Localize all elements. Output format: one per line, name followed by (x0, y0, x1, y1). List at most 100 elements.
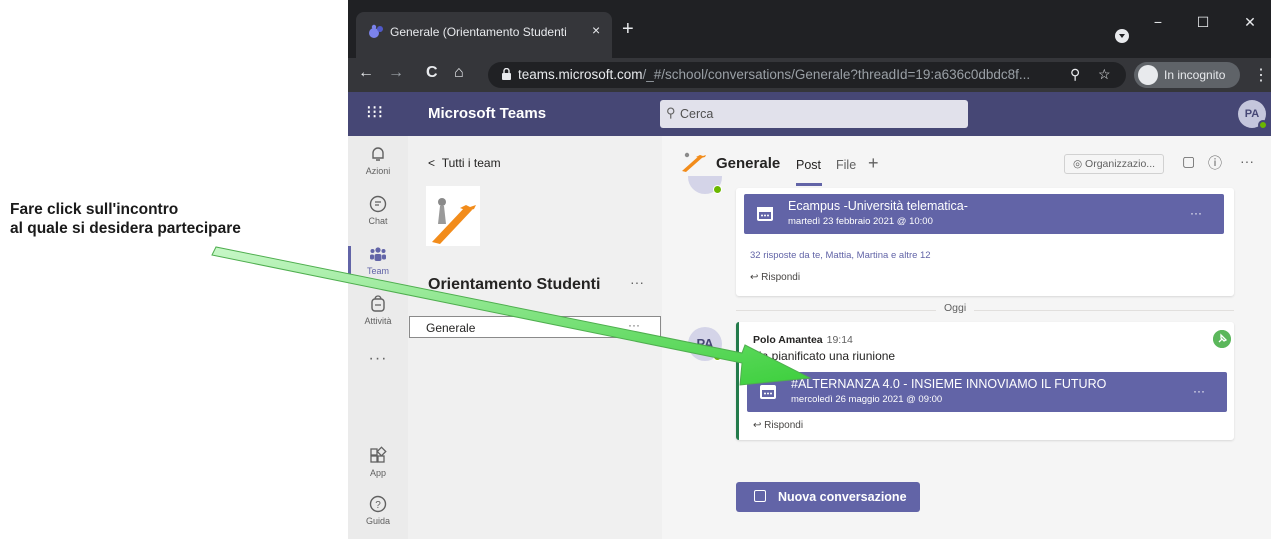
back-icon[interactable]: ← (358, 64, 374, 82)
svg-text:?: ? (375, 500, 381, 511)
rail-item-apps[interactable]: App (348, 440, 408, 490)
meet-now-icon[interactable]: ▢ (1182, 153, 1195, 170)
url-path: /_#/school/conversations/Generale?thread… (642, 67, 1031, 82)
address-bar-row: ← → C ⌂ teams.microsoft.com/_#/school/co… (348, 58, 1271, 92)
day-separator-label: Oggi (936, 302, 975, 314)
teams-icon (370, 247, 386, 261)
annotation-text: Fare click sull'incontro al quale si des… (10, 200, 241, 238)
search-input[interactable] (680, 104, 960, 124)
channel-area: Generale Post File + ◎ Organizzazio... ▢… (662, 136, 1271, 539)
avatar-initials: PA (696, 336, 714, 351)
day-separator-line (736, 310, 1234, 311)
rail-item-chat[interactable]: Chat (348, 188, 408, 238)
assignments-icon (371, 295, 385, 312)
rail-item-help[interactable]: ? Guida (348, 488, 408, 538)
replies-link[interactable]: 32 risposte da te, Mattia, Martina e alt… (750, 250, 931, 261)
back-to-teams-link[interactable]: < Tutti i team (428, 156, 501, 170)
app-title: Microsoft Teams (428, 105, 547, 122)
channel-more-options-icon[interactable]: ··· (1240, 153, 1254, 169)
browser-window: Generale (Orientamento Studenti × + − ☐ … (348, 0, 1271, 539)
new-conversation-button[interactable]: Nuova conversazione (736, 482, 920, 512)
profile-dropdown-icon[interactable] (1115, 29, 1129, 43)
browser-tab[interactable]: Generale (Orientamento Studenti × (356, 12, 612, 58)
presence-indicator (1258, 120, 1268, 130)
team-name: Orientamento Studenti (428, 276, 601, 293)
meeting-more-icon[interactable]: ··· (1193, 384, 1205, 398)
active-tab-indicator (796, 183, 822, 186)
channel-header: Generale Post File + ◎ Organizzazio... ▢… (662, 136, 1271, 188)
team-more-icon[interactable]: ··· (630, 274, 644, 290)
channel-logo-icon (682, 152, 706, 172)
tab-close-icon[interactable]: × (592, 22, 600, 38)
url-text: teams.microsoft.com/_#/school/conversati… (518, 67, 1038, 82)
user-avatar[interactable]: PA (1238, 100, 1268, 130)
info-icon[interactable]: ⓘ (1208, 153, 1222, 173)
team-logo-icon (426, 186, 480, 246)
presence-indicator (713, 185, 722, 194)
meeting-title: #ALTERNANZA 4.0 - INSIEME INNOVIAMO IL F… (791, 377, 1107, 391)
maximize-button[interactable]: ☐ (1188, 14, 1218, 31)
channel-name: Generale (426, 321, 476, 335)
channel-title: Generale (716, 155, 781, 172)
incognito-badge[interactable]: In incognito (1134, 62, 1240, 88)
minimize-button[interactable]: − (1143, 14, 1173, 30)
annotation-line-1: Fare click sull'incontro (10, 201, 179, 218)
incognito-label: In incognito (1164, 68, 1226, 82)
message-card-old[interactable]: Ecampus -Università telematica- martedì … (736, 188, 1234, 296)
pin-icon[interactable] (1213, 330, 1231, 348)
new-tab-button[interactable]: + (622, 19, 634, 39)
rail-item-assignments[interactable]: Attività (348, 288, 408, 338)
avatar[interactable] (688, 176, 722, 194)
meeting-date: mercoledì 26 maggio 2021 @ 09:00 (791, 394, 943, 405)
avatar[interactable]: PA (688, 327, 722, 361)
back-label: Tutti i team (441, 156, 501, 170)
zoom-icon[interactable]: ⚲ (1070, 66, 1080, 83)
rail-item-teams[interactable]: Team (348, 238, 408, 288)
reply-button[interactable]: ↩ Rispondi (750, 272, 800, 283)
help-icon: ? (369, 495, 387, 513)
message-text: Ha pianificato una riunione (753, 349, 896, 363)
add-tab-button[interactable]: + (868, 153, 879, 174)
meeting-more-icon[interactable]: ··· (1190, 206, 1202, 220)
calendar-icon (757, 207, 773, 221)
rail-label: Chat (368, 216, 388, 226)
incognito-icon (1138, 65, 1158, 85)
new-conversation-label: Nuova conversazione (778, 490, 907, 504)
app-launcher-icon[interactable]: ⁝⁝⁝ (366, 102, 383, 123)
forward-icon[interactable]: → (388, 64, 404, 82)
home-icon[interactable]: ⌂ (454, 64, 464, 82)
search-box[interactable]: ⚲ (660, 100, 968, 128)
bookmark-star-icon[interactable]: ☆ (1098, 66, 1111, 83)
tab-file[interactable]: File (836, 158, 856, 172)
meeting-card-old[interactable]: Ecampus -Università telematica- martedì … (744, 194, 1224, 234)
search-icon: ⚲ (666, 105, 676, 120)
calendar-icon (760, 385, 776, 399)
channel-item-generale[interactable]: Generale ··· (409, 316, 661, 338)
url-host: teams.microsoft.com (518, 67, 643, 82)
meeting-card-new[interactable]: #ALTERNANZA 4.0 - INSIEME INNOVIAMO IL F… (747, 372, 1227, 412)
organization-button[interactable]: ◎ Organizzazio... (1064, 154, 1164, 174)
message-author: Polo Amantea 19:14 (753, 334, 853, 346)
tab-strip: Generale (Orientamento Studenti × + − ☐ … (348, 0, 1271, 58)
channel-more-icon[interactable]: ··· (628, 318, 640, 332)
annotation-line-2: al quale si desidera partecipare (10, 220, 241, 237)
message-card-new[interactable]: Polo Amantea 19:14 Ha pianificato una riu… (736, 322, 1234, 440)
message-time: 19:14 (826, 334, 853, 346)
rail-label: Azioni (365, 166, 391, 176)
close-window-button[interactable]: ✕ (1235, 14, 1265, 31)
chevron-left-icon: < (428, 156, 442, 170)
reply-icon: ↩ (753, 420, 765, 431)
bell-icon (372, 147, 384, 161)
browser-menu-icon[interactable]: ⋮ (1253, 65, 1269, 85)
reply-button[interactable]: ↩ Rispondi (753, 420, 803, 431)
rail-item-activity[interactable]: Azioni (348, 138, 408, 188)
tab-title: Generale (Orientamento Studenti (390, 25, 567, 39)
reload-icon[interactable]: C (426, 64, 438, 82)
address-bar[interactable]: teams.microsoft.com/_#/school/conversati… (488, 62, 1126, 88)
rail-more-icon[interactable]: ··· (348, 350, 408, 368)
rail-label: Attività (364, 316, 392, 326)
tab-post[interactable]: Post (796, 158, 821, 172)
apps-icon (370, 446, 387, 463)
organization-label: Organizzazio... (1085, 158, 1156, 170)
eye-icon: ◎ (1072, 158, 1086, 170)
